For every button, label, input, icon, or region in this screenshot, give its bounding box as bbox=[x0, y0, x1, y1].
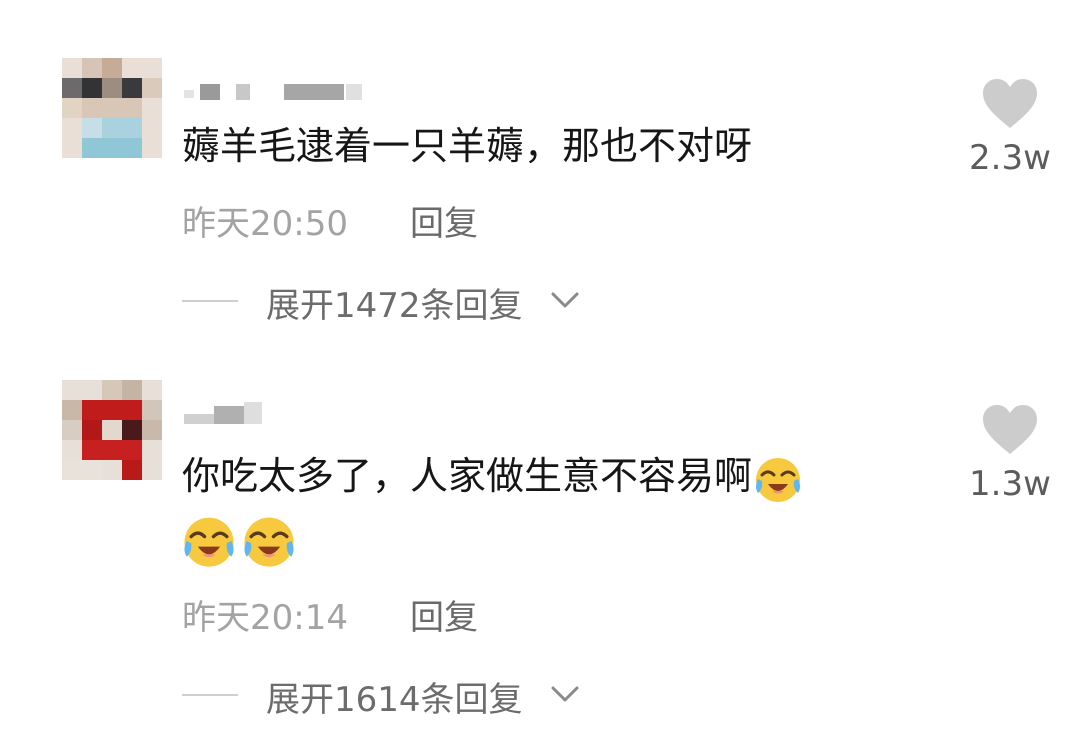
avatar[interactable] bbox=[62, 380, 162, 480]
crying-laughing-emoji-icon bbox=[244, 517, 294, 567]
username-redacted[interactable] bbox=[184, 402, 264, 424]
like-button[interactable]: 1.3w bbox=[960, 404, 1060, 504]
comment-time: 昨天20:14 bbox=[182, 598, 348, 638]
divider-line bbox=[182, 694, 238, 696]
expand-replies-label: 展开1614条回复 bbox=[266, 680, 523, 720]
comment-text-content: 你吃太多了，人家做生意不容易啊 bbox=[182, 454, 753, 498]
chevron-down-icon bbox=[551, 686, 579, 702]
reply-button[interactable]: 回复 bbox=[410, 590, 478, 639]
comment-text: 你吃太多了，人家做生意不容易啊 bbox=[182, 452, 804, 505]
comment-item: 你吃太多了，人家做生意不容易啊 昨天20:14 回复 展开1614条回复 1.3… bbox=[0, 0, 1080, 746]
heart-icon bbox=[983, 405, 1037, 454]
crying-laughing-emoji-icon bbox=[756, 457, 801, 502]
like-count: 1.3w bbox=[969, 464, 1051, 504]
comment-meta: 昨天20:14 回复 bbox=[182, 590, 478, 639]
emoji-row bbox=[180, 512, 298, 570]
crying-laughing-emoji-icon bbox=[184, 517, 234, 567]
